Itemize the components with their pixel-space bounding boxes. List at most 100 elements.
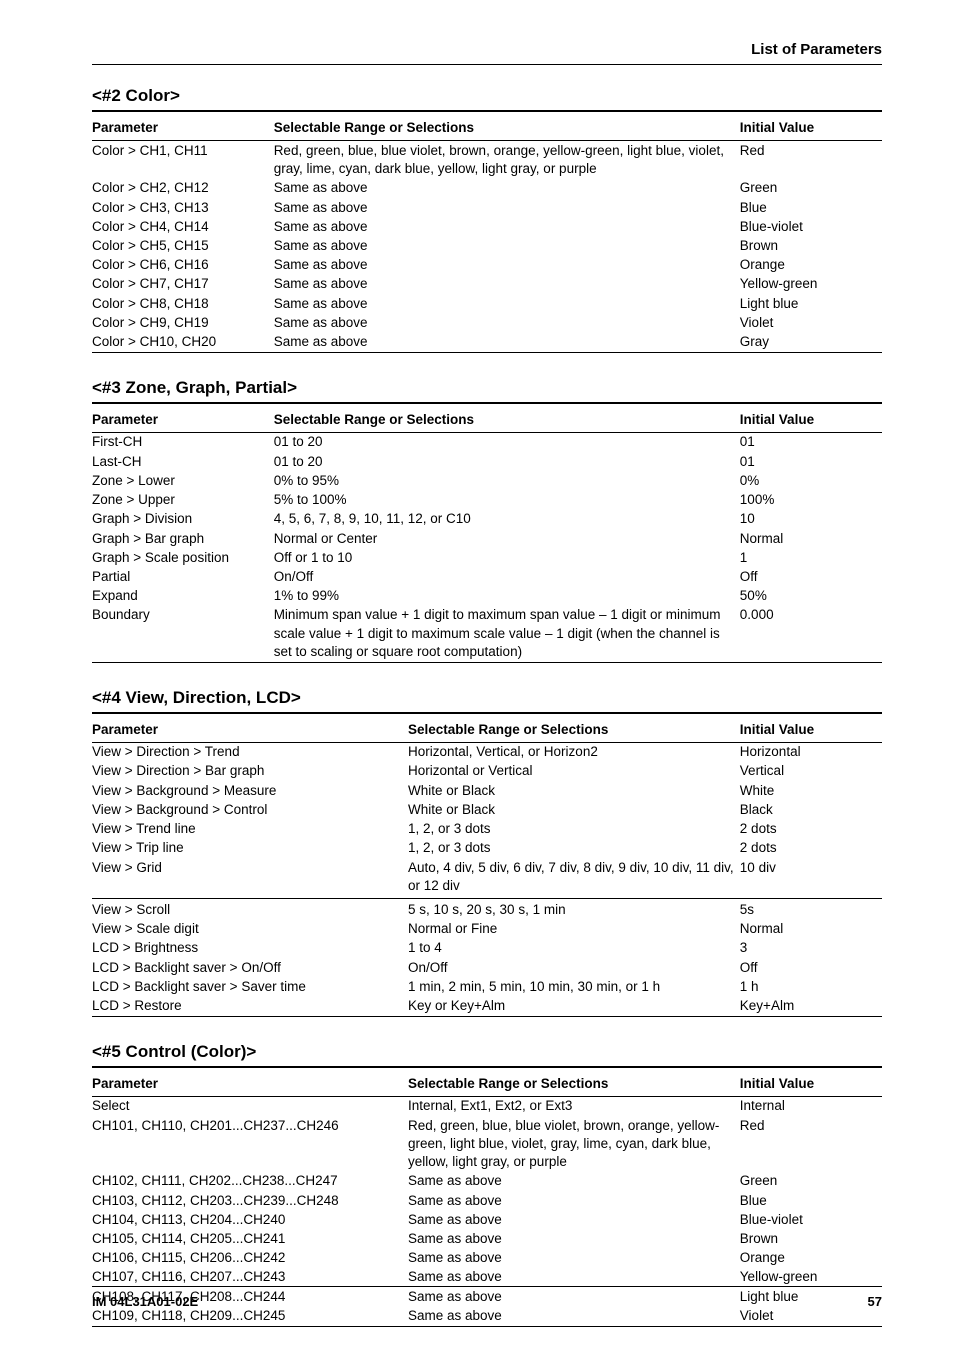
cell-range: 4, 5, 6, 7, 8, 9, 10, 11, 12, or C10 (274, 510, 740, 529)
cell-initial: Normal (740, 529, 882, 548)
table-row: Zone > Upper5% to 100%100% (92, 491, 882, 510)
cell-range: Auto, 4 div, 5 div, 6 div, 7 div, 8 div,… (408, 858, 740, 895)
cell-range: Same as above (408, 1172, 740, 1191)
section-2-thick-rule (92, 110, 882, 112)
cell-range: Same as above (274, 237, 740, 256)
cell-range: Same as above (274, 294, 740, 313)
cell-initial: 1 h (740, 977, 882, 996)
cell-initial: Blue (740, 198, 882, 217)
cell-range: 1 to 4 (408, 939, 740, 958)
cell-parameter: Color > CH3, CH13 (92, 198, 274, 217)
cell-range: Same as above (408, 1268, 740, 1287)
table-row: Color > CH9, CH19Same as aboveViolet (92, 313, 882, 332)
table-row: View > Scale digitNormal or FineNormal (92, 920, 882, 939)
cell-initial: Red (740, 141, 882, 179)
footer-doc-id: IM 04L31A01-02E (92, 1293, 198, 1311)
table-row: View > Background > MeasureWhite or Blac… (92, 781, 882, 800)
cell-initial: 5s (740, 901, 882, 920)
cell-parameter: CH102, CH111, CH202...CH238...CH247 (92, 1172, 408, 1191)
table-row: Color > CH6, CH16Same as aboveOrange (92, 256, 882, 275)
cell-parameter: Color > CH9, CH19 (92, 313, 274, 332)
table-row: Color > CH7, CH17Same as aboveYellow-gre… (92, 275, 882, 294)
cell-range: Off or 1 to 10 (274, 548, 740, 567)
cell-initial: Red (740, 1116, 882, 1172)
table-row: View > Trend line1, 2, or 3 dots2 dots (92, 820, 882, 839)
section-5-title: <#5 Control (Color)> (92, 1041, 882, 1064)
table-row: Parameter Selectable Range or Selections… (92, 408, 882, 433)
cell-initial: Vertical (740, 762, 882, 781)
cell-parameter: CH105, CH114, CH205...CH241 (92, 1230, 408, 1249)
table-row: Parameter Selectable Range or Selections… (92, 116, 882, 141)
cell-initial: Green (740, 1172, 882, 1191)
cell-initial: Green (740, 179, 882, 198)
section-3-thick-rule (92, 402, 882, 404)
cell-initial: Orange (740, 256, 882, 275)
cell-initial: 100% (740, 491, 882, 510)
col-header-parameter: Parameter (92, 408, 274, 433)
table-section-2: Parameter Selectable Range or Selections… (92, 116, 882, 353)
cell-parameter: Graph > Bar graph (92, 529, 274, 548)
table-row: Zone > Lower0% to 95%0% (92, 471, 882, 490)
cell-initial: Off (740, 568, 882, 587)
footer-divider (92, 1286, 882, 1287)
cell-initial: Yellow-green (740, 1268, 882, 1287)
cell-initial: Brown (740, 1230, 882, 1249)
col-header-initial: Initial Value (740, 116, 882, 141)
table-row: Color > CH2, CH12Same as aboveGreen (92, 179, 882, 198)
cell-initial: 10 (740, 510, 882, 529)
cell-initial: Horizontal (740, 742, 882, 762)
cell-initial: 2 dots (740, 820, 882, 839)
cell-parameter: View > Trip line (92, 839, 408, 858)
cell-initial: 1 (740, 548, 882, 567)
table-row: LCD > Backlight saver > On/OffOn/OffOff (92, 958, 882, 977)
page-header-title: List of Parameters (92, 40, 882, 60)
cell-initial: 01 (740, 452, 882, 471)
cell-range: White or Black (408, 781, 740, 800)
cell-initial: Off (740, 958, 882, 977)
table-row: Color > CH3, CH13Same as aboveBlue (92, 198, 882, 217)
col-header-parameter: Parameter (92, 1072, 408, 1097)
table-section-4: Parameter Selectable Range or Selections… (92, 718, 882, 1017)
table-row: Graph > Bar graphNormal or CenterNormal (92, 529, 882, 548)
table-row: View > Background > ControlWhite or Blac… (92, 800, 882, 819)
cell-initial: Key+Alm (740, 997, 882, 1017)
section-5-thick-rule (92, 1066, 882, 1068)
cell-parameter: Color > CH6, CH16 (92, 256, 274, 275)
table-row: Expand1% to 99%50% (92, 587, 882, 606)
table-row: BoundaryMinimum span value + 1 digit to … (92, 606, 882, 662)
table-row: Color > CH10, CH20Same as aboveGray (92, 333, 882, 353)
table-row: CH105, CH114, CH205...CH241Same as above… (92, 1230, 882, 1249)
cell-initial: White (740, 781, 882, 800)
cell-parameter: LCD > Restore (92, 997, 408, 1017)
cell-initial: 50% (740, 587, 882, 606)
cell-range: Same as above (274, 313, 740, 332)
cell-initial: Blue-violet (740, 1210, 882, 1229)
cell-range: 1, 2, or 3 dots (408, 839, 740, 858)
cell-range: 5 s, 10 s, 20 s, 30 s, 1 min (408, 901, 740, 920)
cell-parameter: Graph > Scale position (92, 548, 274, 567)
cell-parameter: View > Direction > Bar graph (92, 762, 408, 781)
cell-parameter: CH101, CH110, CH201...CH237...CH246 (92, 1116, 408, 1172)
cell-parameter: Color > CH2, CH12 (92, 179, 274, 198)
cell-parameter: View > Direction > Trend (92, 742, 408, 762)
cell-range: Minimum span value + 1 digit to maximum … (274, 606, 740, 662)
cell-range: Same as above (408, 1191, 740, 1210)
cell-parameter: View > Background > Measure (92, 781, 408, 800)
cell-parameter: Partial (92, 568, 274, 587)
table-row: Parameter Selectable Range or Selections… (92, 718, 882, 743)
cell-range: White or Black (408, 800, 740, 819)
cell-parameter: Color > CH1, CH11 (92, 141, 274, 179)
cell-parameter: View > Scroll (92, 901, 408, 920)
cell-range: Same as above (408, 1230, 740, 1249)
table-row: Graph > Scale positionOff or 1 to 101 (92, 548, 882, 567)
cell-parameter: CH106, CH115, CH206...CH242 (92, 1249, 408, 1268)
cell-range: Horizontal, Vertical, or Horizon2 (408, 742, 740, 762)
table-row: View > GridAuto, 4 div, 5 div, 6 div, 7 … (92, 858, 882, 895)
cell-range: Internal, Ext1, Ext2, or Ext3 (408, 1096, 740, 1116)
cell-parameter: Expand (92, 587, 274, 606)
cell-parameter: Zone > Lower (92, 471, 274, 490)
cell-initial: Internal (740, 1096, 882, 1116)
table-row: Graph > Division4, 5, 6, 7, 8, 9, 10, 11… (92, 510, 882, 529)
cell-initial: Blue-violet (740, 217, 882, 236)
col-header-range: Selectable Range or Selections (274, 408, 740, 433)
